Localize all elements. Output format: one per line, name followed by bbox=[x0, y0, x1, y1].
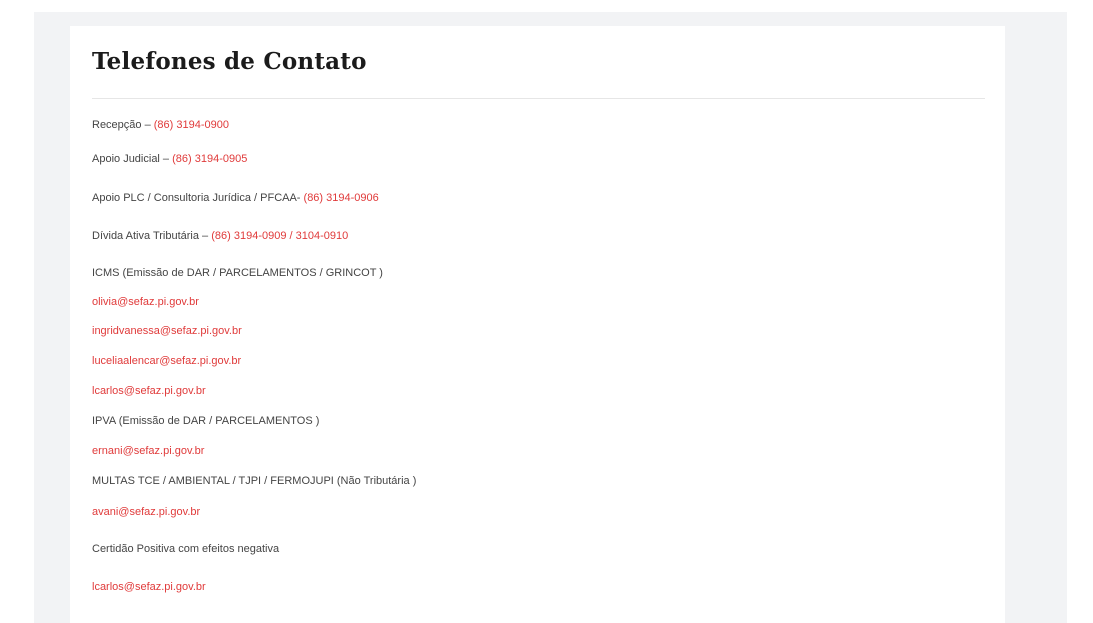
ipva-heading: IPVA (Emissão de DAR / PARCELAMENTOS ) bbox=[92, 415, 320, 427]
title-divider bbox=[92, 98, 985, 99]
phone-label: Recepção – bbox=[92, 119, 154, 131]
page-title: Telefones de Contato bbox=[92, 48, 367, 75]
phone-label: Apoio Judicial – bbox=[92, 153, 173, 165]
phone-number: (86) 3194-0905 bbox=[172, 153, 248, 165]
phone-number: (86) 3194-0906 bbox=[303, 192, 379, 204]
email-link-luceliaalencar[interactable]: luceliaalencar@sefaz.pi.gov.br bbox=[92, 354, 241, 368]
phone-label: Apoio PLC / Consultoria Jurídica / PFCAA… bbox=[92, 192, 304, 204]
email-link-olivia[interactable]: olivia@sefaz.pi.gov.br bbox=[92, 295, 199, 309]
email-link-avani[interactable]: avani@sefaz.pi.gov.br bbox=[92, 505, 200, 519]
email-link-ernani[interactable]: ernani@sefaz.pi.gov.br bbox=[92, 444, 204, 458]
phone-row-apoio-plc: Apoio PLC / Consultoria Jurídica / PFCAA… bbox=[92, 191, 379, 205]
phone-row-divida-ativa: Dívida Ativa Tributária – (86) 3194-0909… bbox=[92, 229, 348, 243]
multas-heading: MULTAS TCE / AMBIENTAL / TJPI / FERMOJUP… bbox=[92, 475, 417, 487]
certidao-heading: Certidão Positiva com efeitos negativa bbox=[92, 543, 280, 555]
phone-label: Dívida Ativa Tributária – bbox=[92, 230, 212, 242]
phone-number: (86) 3194-0900 bbox=[153, 119, 229, 131]
email-link-ingridvanessa[interactable]: ingridvanessa@sefaz.pi.gov.br bbox=[92, 324, 242, 338]
phone-row-recepcao: Recepção – (86) 3194-0900 bbox=[92, 118, 229, 132]
email-link-lcarlos-certidao[interactable]: lcarlos@sefaz.pi.gov.br bbox=[92, 580, 206, 594]
phone-row-apoio-judicial: Apoio Judicial – (86) 3194-0905 bbox=[92, 152, 247, 166]
phone-number: (86) 3194-0909 / 3104-0910 bbox=[211, 230, 349, 242]
email-link-lcarlos[interactable]: lcarlos@sefaz.pi.gov.br bbox=[92, 384, 206, 398]
icms-heading: ICMS (Emissão de DAR / PARCELAMENTOS / G… bbox=[92, 267, 383, 279]
